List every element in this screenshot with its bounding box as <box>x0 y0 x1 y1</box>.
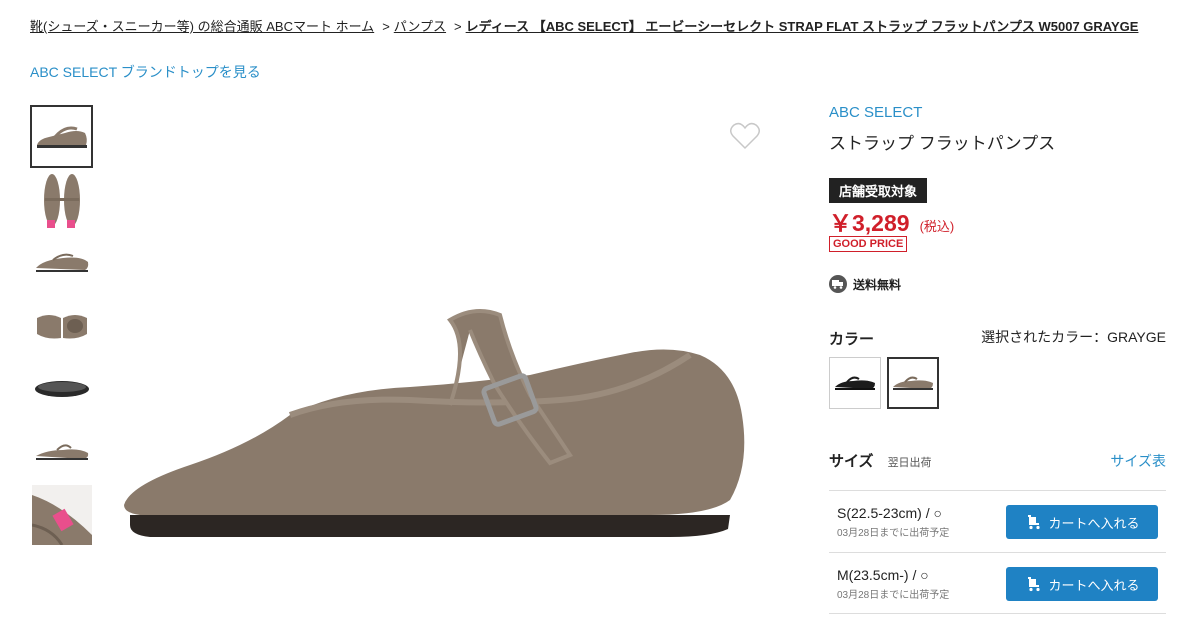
breadcrumb-separator: > <box>382 19 390 34</box>
cart-icon <box>1024 514 1042 530</box>
product-title: ストラップ フラットパンプス <box>829 134 1056 153</box>
color-label: カラー <box>829 331 875 348</box>
thumbnail-sole[interactable] <box>30 357 93 420</box>
free-shipping-label: 送料無料 <box>853 277 902 292</box>
brand-name[interactable]: ABC SELECT <box>829 104 922 121</box>
main-product-image <box>110 105 790 615</box>
tax-note: (税込) <box>919 219 955 234</box>
thumbnail-outer-side[interactable] <box>30 420 93 483</box>
ship-date: 03月28日までに出荷予定 <box>837 590 950 601</box>
selected-color-text: 選択されたカラー：GRAYGE <box>981 329 1166 345</box>
cart-icon <box>1024 576 1042 592</box>
color-swatch-black[interactable] <box>829 357 881 409</box>
thumbnail-top[interactable] <box>30 168 93 231</box>
add-to-cart-button[interactable]: カートへ入れる <box>1006 567 1158 601</box>
color-swatch-grayge[interactable] <box>887 357 939 409</box>
thumbnail-back[interactable] <box>30 294 93 357</box>
free-shipping: 送料無料 <box>829 275 901 293</box>
thumbnail-detail[interactable] <box>30 483 93 546</box>
breadcrumb-category-link[interactable]: パンプス <box>394 19 446 34</box>
size-row: S(22.5-23cm) / ○ 03月28日までに出荷予定 カートへ入れる <box>829 490 1166 552</box>
add-to-cart-label: カートへ入れる <box>1048 577 1140 593</box>
favorite-heart-icon[interactable] <box>730 122 760 150</box>
breadcrumb-current: レディース 【ABC SELECT】 エービーシーセレクト STRAP FLAT… <box>465 19 1139 34</box>
size-row: M(23.5cm-) / ○ 03月28日までに出荷予定 カートへ入れる <box>829 552 1166 614</box>
next-day-shipping-label: 翌日出荷 <box>887 457 932 469</box>
add-to-cart-button[interactable]: カートへ入れる <box>1006 505 1158 539</box>
thumbnail-side[interactable] <box>30 105 93 168</box>
size-chart-link[interactable]: サイズ表 <box>1110 451 1166 471</box>
price: ￥3,289 <box>829 210 910 236</box>
size-option-name: M(23.5cm-) / ○ <box>837 567 929 583</box>
size-label: サイズ <box>829 453 874 470</box>
size-header: サイズ 翌日出荷 サイズ表 <box>829 450 1166 471</box>
good-price-badge: GOOD PRICE <box>829 236 908 252</box>
brand-top-link[interactable]: ABC SELECT ブランドトップを見る <box>30 62 261 82</box>
add-to-cart-label: カートへ入れる <box>1048 515 1140 531</box>
color-swatches <box>829 357 939 409</box>
thumbnail-list <box>30 105 93 546</box>
breadcrumb-home-link[interactable]: 靴(シューズ・スニーカー等) の総合通販 ABCマート ホーム <box>30 19 374 34</box>
ship-date: 03月28日までに出荷予定 <box>837 528 950 539</box>
breadcrumb-separator: > <box>454 19 462 34</box>
store-pickup-badge: 店舗受取対象 <box>829 178 928 203</box>
size-option-name: S(22.5-23cm) / ○ <box>837 505 942 521</box>
price-row: ￥3,289 (税込) <box>829 204 954 238</box>
truck-icon <box>829 275 847 293</box>
breadcrumb: 靴(シューズ・スニーカー等) の総合通販 ABCマート ホーム > パンプス > レディ… <box>30 16 1138 35</box>
thumbnail-pair-side[interactable] <box>30 231 93 294</box>
